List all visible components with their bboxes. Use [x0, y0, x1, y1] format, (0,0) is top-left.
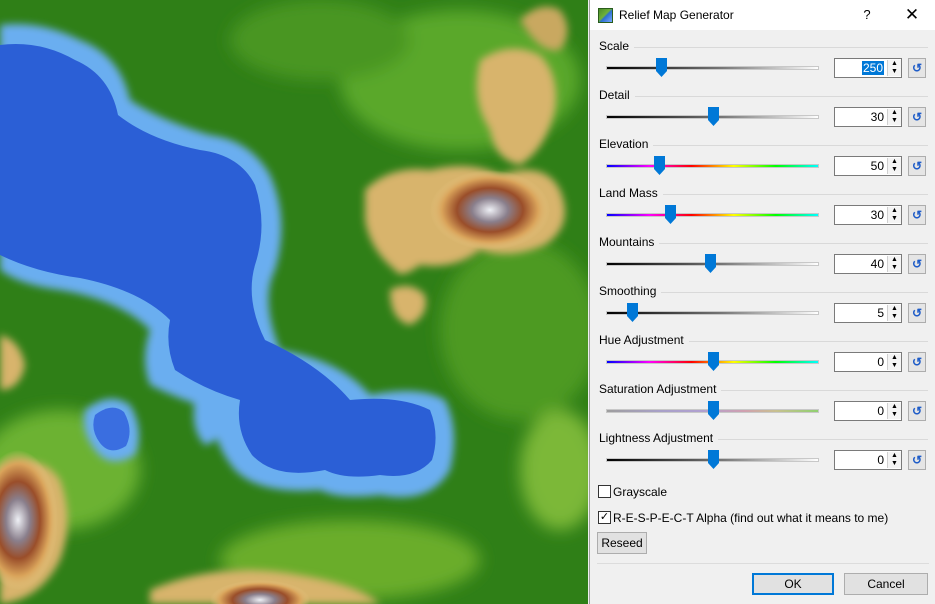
spin-down-icon[interactable]: ▼ [887, 313, 901, 321]
slider-track[interactable] [606, 164, 819, 168]
spin-up-icon[interactable]: ▲ [887, 256, 901, 264]
value-text[interactable]: 0 [877, 404, 884, 418]
slider-thumb[interactable] [708, 401, 719, 420]
spin-up-icon[interactable]: ▲ [887, 403, 901, 411]
relief-map-app-icon [598, 8, 613, 23]
value-spinbox[interactable]: 40 ▲ ▼ [834, 254, 902, 274]
slider-thumb[interactable] [708, 107, 719, 126]
spin-up-icon[interactable]: ▲ [887, 305, 901, 313]
control-label: Land Mass [599, 186, 663, 200]
group-divider [599, 47, 928, 48]
slider-thumb[interactable] [708, 450, 719, 469]
slider-thumb[interactable] [654, 156, 665, 175]
close-button[interactable]: ✕ [894, 2, 930, 28]
value-text[interactable]: 40 [871, 257, 884, 271]
value-spinbox[interactable]: 30 ▲ ▼ [834, 205, 902, 225]
value-spinbox[interactable]: 5 ▲ ▼ [834, 303, 902, 323]
reset-icon[interactable]: ↺ [908, 58, 926, 78]
footer-divider [597, 563, 929, 564]
spin-down-icon[interactable]: ▼ [887, 411, 901, 419]
reset-icon[interactable]: ↺ [908, 352, 926, 372]
spin-up-icon[interactable]: ▲ [887, 207, 901, 215]
terrain-image [0, 0, 588, 604]
value-spinbox[interactable]: 50 ▲ ▼ [834, 156, 902, 176]
terrain-preview [0, 0, 588, 604]
spin-arrows: ▲ ▼ [887, 109, 901, 125]
reset-icon[interactable]: ↺ [908, 303, 926, 323]
reset-icon[interactable]: ↺ [908, 156, 926, 176]
spin-arrows: ▲ ▼ [887, 207, 901, 223]
check-mark-icon: ✓ [599, 511, 610, 523]
spin-up-icon[interactable]: ▲ [887, 452, 901, 460]
ok-button[interactable]: OK [752, 573, 834, 595]
control-label: Detail [599, 88, 635, 102]
slider-track[interactable] [606, 66, 819, 70]
value-text[interactable]: 30 [871, 110, 884, 124]
value-spinbox[interactable]: 30 ▲ ▼ [834, 107, 902, 127]
value-text[interactable]: 30 [871, 208, 884, 222]
grayscale-label: Grayscale [613, 485, 668, 499]
control-label: Lightness Adjustment [599, 431, 719, 445]
spin-arrows: ▲ ▼ [887, 403, 901, 419]
control-label: Elevation [599, 137, 654, 151]
value-spinbox[interactable]: 250 ▲ ▼ [834, 58, 902, 78]
reset-icon[interactable]: ↺ [908, 205, 926, 225]
reseed-button[interactable]: Reseed [597, 532, 647, 554]
spin-arrows: ▲ ▼ [887, 158, 901, 174]
reset-icon[interactable]: ↺ [908, 450, 926, 470]
control-label: Hue Adjustment [599, 333, 689, 347]
value-text[interactable]: 50 [871, 159, 884, 173]
alpha-checkbox[interactable]: ✓ [598, 511, 611, 524]
slider-thumb[interactable] [665, 205, 676, 224]
spin-down-icon[interactable]: ▼ [887, 68, 901, 76]
reset-icon[interactable]: ↺ [908, 401, 926, 421]
spin-arrows: ▲ ▼ [887, 305, 901, 321]
reset-icon[interactable]: ↺ [908, 254, 926, 274]
spin-arrows: ▲ ▼ [887, 354, 901, 370]
dialog-title: Relief Map Generator [619, 8, 734, 22]
reset-icon[interactable]: ↺ [908, 107, 926, 127]
slider-thumb[interactable] [627, 303, 638, 322]
group-divider [599, 96, 928, 97]
spin-down-icon[interactable]: ▼ [887, 166, 901, 174]
relief-map-dialog: Relief Map Generator ? ✕ Scale 250 ▲ ▼ ↺ Deta… [589, 0, 935, 604]
help-button[interactable]: ? [852, 4, 882, 26]
slider-thumb[interactable] [656, 58, 667, 77]
title-bar: Relief Map Generator ? ✕ [590, 0, 935, 30]
value-text[interactable]: 250 [861, 61, 884, 75]
slider-thumb[interactable] [708, 352, 719, 371]
value-spinbox[interactable]: 0 ▲ ▼ [834, 450, 902, 470]
control-label: Mountains [599, 235, 660, 249]
spin-down-icon[interactable]: ▼ [887, 362, 901, 370]
value-text[interactable]: 5 [877, 306, 884, 320]
spin-arrows: ▲ ▼ [887, 256, 901, 272]
value-text[interactable]: 0 [877, 355, 884, 369]
spin-down-icon[interactable]: ▼ [887, 117, 901, 125]
spin-down-icon[interactable]: ▼ [887, 264, 901, 272]
cancel-button[interactable]: Cancel [844, 573, 928, 595]
spin-up-icon[interactable]: ▲ [887, 354, 901, 362]
value-spinbox[interactable]: 0 ▲ ▼ [834, 352, 902, 372]
spin-down-icon[interactable]: ▼ [887, 215, 901, 223]
slider-thumb[interactable] [705, 254, 716, 273]
value-spinbox[interactable]: 0 ▲ ▼ [834, 401, 902, 421]
spin-arrows: ▲ ▼ [887, 452, 901, 468]
alpha-label: R-E-S-P-E-C-T Alpha (find out what it me… [613, 511, 889, 525]
spin-up-icon[interactable]: ▲ [887, 158, 901, 166]
control-label: Saturation Adjustment [599, 382, 722, 396]
control-label: Smoothing [599, 284, 662, 298]
spin-up-icon[interactable]: ▲ [887, 109, 901, 117]
control-label: Scale [599, 39, 635, 53]
slider-track[interactable] [606, 213, 819, 217]
spin-arrows: ▲ ▼ [887, 60, 901, 76]
spin-down-icon[interactable]: ▼ [887, 460, 901, 468]
grayscale-checkbox[interactable] [598, 485, 611, 498]
value-text[interactable]: 0 [877, 453, 884, 467]
spin-up-icon[interactable]: ▲ [887, 60, 901, 68]
